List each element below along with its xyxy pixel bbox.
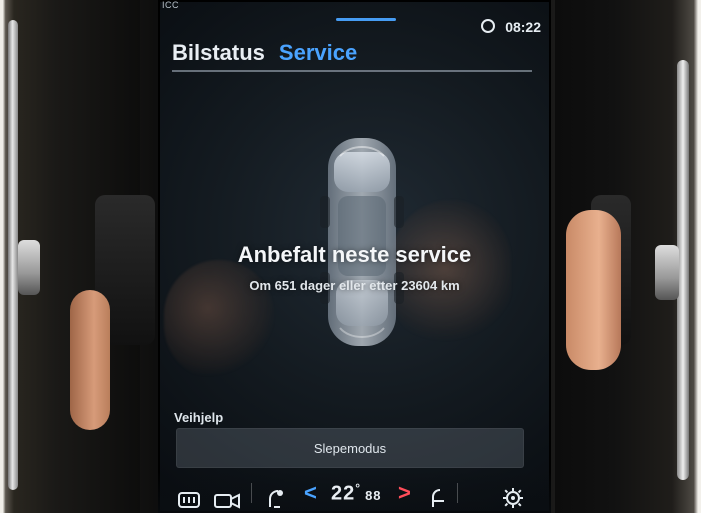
photo: ICC 08:22 Bilstatus Service Anbefalt nes… <box>0 0 701 513</box>
tab-bar: Bilstatus Service <box>172 40 357 66</box>
seat-heat-icon[interactable] <box>264 487 286 509</box>
left-chrome-strip <box>8 20 18 490</box>
tab-divider <box>172 70 532 72</box>
right-finger <box>566 210 621 370</box>
temperature-value: 22 <box>331 483 356 505</box>
tab-service[interactable]: Service <box>279 40 357 66</box>
status-right: 08:22 <box>481 18 541 35</box>
left-finger <box>70 290 110 430</box>
left-vent-knob <box>18 240 40 295</box>
tow-mode-button[interactable]: Slepemodus <box>176 428 524 468</box>
service-subtitle: Om 651 dager eller etter 23604 km <box>249 278 460 293</box>
fan-level: 88 <box>365 488 382 503</box>
defrost-front-icon[interactable] <box>178 491 200 509</box>
top-pull-indicator[interactable] <box>336 18 396 21</box>
temperature-unit: ° <box>355 481 362 496</box>
mic-icon <box>481 19 496 33</box>
right-vent-knob <box>655 245 679 300</box>
temperature-display[interactable]: 22° 88 <box>331 481 382 506</box>
clock: 08:22 <box>505 19 541 35</box>
infotainment-screen: ICC 08:22 Bilstatus Service Anbefalt nes… <box>158 0 551 513</box>
bottom-bar-separator <box>251 483 252 503</box>
temp-down-icon[interactable]: < <box>304 480 317 506</box>
temp-up-icon[interactable]: > <box>398 480 411 506</box>
seat-icon[interactable] <box>426 487 448 509</box>
roadside-section-label: Veihjelp <box>174 410 224 425</box>
tab-bilstatus[interactable]: Bilstatus <box>172 40 265 66</box>
service-title: Anbefalt neste service <box>237 242 472 267</box>
status-left-text: ICC <box>162 0 179 10</box>
bottom-bar-separator-2 <box>457 483 458 503</box>
camera-icon[interactable] <box>214 491 240 509</box>
settings-gear-icon[interactable] <box>502 487 524 509</box>
